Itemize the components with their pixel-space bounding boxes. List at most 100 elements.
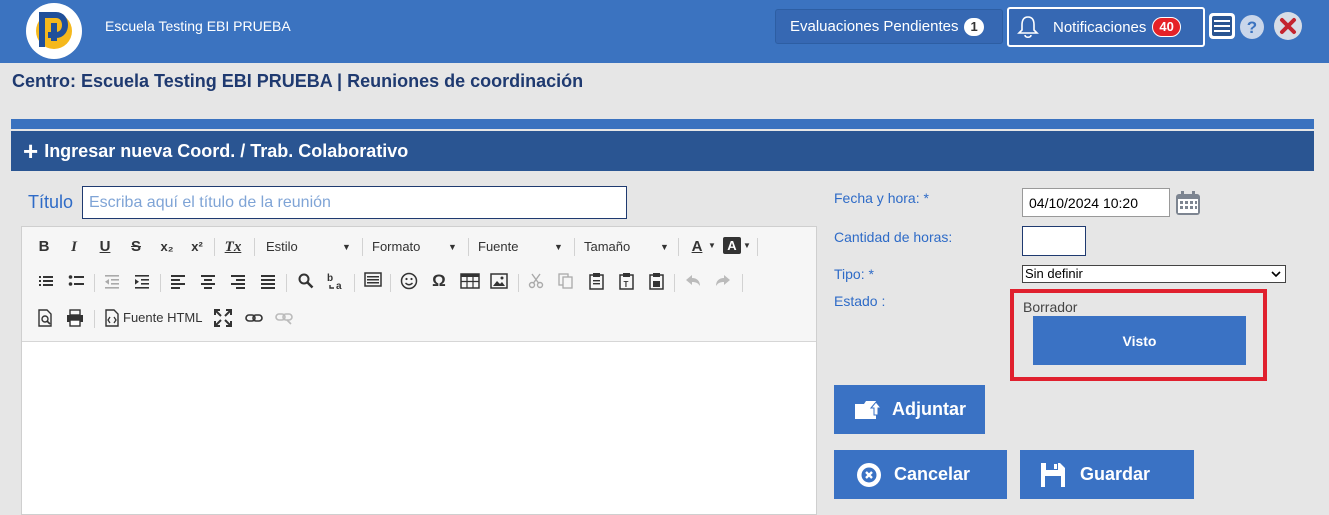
toolbar-separator xyxy=(362,238,363,256)
help-icon[interactable]: ? xyxy=(1239,14,1265,40)
subscript-button[interactable]: x₂ xyxy=(156,237,178,257)
format-combo[interactable]: Formato ▼ xyxy=(372,237,462,257)
font-combo[interactable]: Fuente ▼ xyxy=(478,237,568,257)
horas-input[interactable] xyxy=(1022,226,1086,256)
cancel-circle-icon xyxy=(856,462,882,488)
toolbar-separator xyxy=(94,274,95,292)
section-divider xyxy=(11,119,1314,129)
toolbar-separator xyxy=(354,274,355,292)
redo-icon[interactable] xyxy=(714,273,732,294)
size-combo-label: Tamaño xyxy=(584,239,631,254)
estado-label: Estado : xyxy=(834,293,886,309)
notifications-badge: 40 xyxy=(1152,17,1181,37)
notifications-label: Notificaciones xyxy=(1053,18,1147,36)
show-blocks-icon[interactable] xyxy=(364,272,382,295)
adjuntar-button[interactable]: Adjuntar xyxy=(834,385,985,434)
preview-icon[interactable] xyxy=(37,309,53,332)
replace-icon[interactable]: ba xyxy=(326,271,346,296)
app-logo[interactable] xyxy=(26,3,82,59)
copy-icon[interactable] xyxy=(558,273,574,294)
tipo-select-value: Sin definir xyxy=(1025,266,1083,281)
pending-evaluations-badge: 1 xyxy=(964,17,984,36)
toolbar-separator xyxy=(468,238,469,256)
toolbar-separator xyxy=(674,274,675,292)
toolbar-separator xyxy=(742,274,743,292)
section-header[interactable]: + Ingresar nueva Coord. / Trab. Colabora… xyxy=(11,131,1314,171)
style-combo[interactable]: Estilo ▼ xyxy=(266,237,356,257)
bg-color-button[interactable]: A xyxy=(723,237,741,254)
paste-icon[interactable] xyxy=(588,272,606,295)
paste-text-icon[interactable]: T xyxy=(618,272,636,295)
svg-text:?: ? xyxy=(1247,18,1257,37)
dropdown-arrow-icon: ▼ xyxy=(342,242,351,252)
bold-button[interactable]: B xyxy=(36,237,52,257)
size-combo[interactable]: Tamaño ▼ xyxy=(584,237,674,257)
pending-evaluations-button[interactable]: Evaluaciones Pendientes 1 xyxy=(775,9,1003,44)
dropdown-arrow-icon: ▼ xyxy=(708,241,716,250)
font-combo-label: Fuente xyxy=(478,239,519,254)
table-icon[interactable] xyxy=(460,272,480,295)
menu-list-icon[interactable] xyxy=(1208,12,1236,40)
dropdown-arrow-icon: ▼ xyxy=(743,241,751,250)
dropdown-arrow-icon: ▼ xyxy=(448,242,457,252)
image-icon[interactable] xyxy=(490,272,508,295)
toolbar-separator xyxy=(214,238,215,256)
tipo-select[interactable]: Sin definir xyxy=(1022,265,1286,283)
justify-icon[interactable] xyxy=(260,273,276,294)
print-icon[interactable] xyxy=(66,309,84,332)
bulleted-list-icon[interactable] xyxy=(68,273,84,294)
strikethrough-button[interactable]: S xyxy=(128,237,144,257)
maximize-icon[interactable] xyxy=(214,309,232,332)
fecha-input[interactable] xyxy=(1022,188,1170,217)
special-char-button[interactable]: Ω xyxy=(428,271,450,291)
toolbar-separator xyxy=(286,274,287,292)
superscript-button[interactable]: x² xyxy=(186,237,208,257)
toolbar-separator xyxy=(574,238,575,256)
cancelar-button[interactable]: Cancelar xyxy=(834,450,1007,499)
cut-icon[interactable] xyxy=(528,273,544,294)
toolbar-separator xyxy=(254,238,255,256)
indent-icon[interactable] xyxy=(134,273,150,294)
align-right-icon[interactable] xyxy=(230,273,246,294)
section-header-label: Ingresar nueva Coord. / Trab. Colaborati… xyxy=(44,140,409,161)
horas-label: Cantidad de horas: xyxy=(834,229,953,245)
link-icon[interactable] xyxy=(245,311,263,329)
align-center-icon[interactable] xyxy=(200,273,216,294)
titulo-input[interactable] xyxy=(82,186,627,219)
source-html-button[interactable]: Fuente HTML xyxy=(123,308,202,328)
page-title: Centro: Escuela Testing EBI PRUEBA | Reu… xyxy=(12,71,584,91)
undo-icon[interactable] xyxy=(684,273,702,294)
paste-word-icon[interactable] xyxy=(648,272,666,295)
notifications-button[interactable]: Notificaciones 40 xyxy=(1007,7,1205,47)
upload-folder-icon xyxy=(854,398,882,422)
dropdown-arrow-icon: ▼ xyxy=(554,242,563,252)
font-color-button[interactable]: A xyxy=(686,237,708,257)
numbered-list-icon[interactable] xyxy=(38,273,54,294)
estado-value: Borrador xyxy=(1023,299,1078,315)
toolbar-separator xyxy=(390,274,391,292)
align-left-icon[interactable] xyxy=(170,273,186,294)
unlink-icon[interactable] xyxy=(275,311,293,330)
remove-format-button[interactable]: Tx xyxy=(222,237,244,257)
source-code-icon[interactable] xyxy=(104,309,120,332)
guardar-button[interactable]: Guardar xyxy=(1020,450,1194,499)
toolbar-separator xyxy=(518,274,519,292)
editor-toolbar: B I U S x₂ x² Tx Estilo ▼ Formato ▼ Fuente… xyxy=(22,227,816,342)
adjuntar-label: Adjuntar xyxy=(892,399,966,419)
svg-text:b: b xyxy=(327,273,333,284)
titulo-label: Título xyxy=(28,192,74,212)
rich-text-editor: B I U S x₂ x² Tx Estilo ▼ Formato ▼ Fuente… xyxy=(21,226,817,515)
plus-icon: + xyxy=(23,136,39,166)
close-icon[interactable] xyxy=(1273,11,1303,41)
find-icon[interactable] xyxy=(298,273,314,294)
school-name: Escuela Testing EBI PRUEBA xyxy=(105,18,291,34)
smiley-icon[interactable] xyxy=(400,272,418,295)
italic-button[interactable]: I xyxy=(66,237,82,257)
underline-button[interactable]: U xyxy=(97,237,113,257)
calendar-icon[interactable] xyxy=(1175,190,1201,216)
outdent-icon[interactable] xyxy=(104,273,120,294)
dropdown-arrow-icon: ▼ xyxy=(660,242,669,252)
editor-content-area[interactable] xyxy=(22,342,816,514)
visto-button[interactable]: Visto xyxy=(1033,316,1246,365)
format-combo-label: Formato xyxy=(372,239,421,254)
